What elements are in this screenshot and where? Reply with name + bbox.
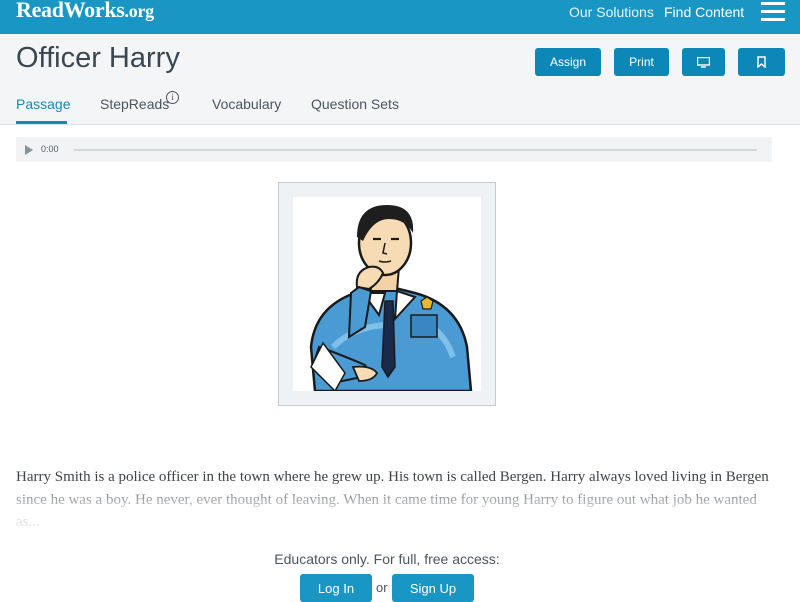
bookmark-icon bbox=[757, 56, 766, 68]
find-content-link[interactable]: Find Content bbox=[664, 4, 744, 20]
present-button[interactable] bbox=[682, 48, 725, 76]
readworks-logo[interactable]: ReadWorks.org bbox=[16, 0, 154, 23]
tab-passage[interactable]: Passage bbox=[16, 96, 70, 112]
hamburger-menu-icon[interactable] bbox=[761, 2, 785, 22]
bookmark-button[interactable] bbox=[738, 48, 785, 76]
tab-stepreads[interactable]: StepReads bbox=[100, 96, 169, 112]
page-title: Officer Harry bbox=[16, 42, 180, 74]
passage-image-frame bbox=[278, 182, 496, 406]
our-solutions-link[interactable]: Our Solutions bbox=[569, 4, 654, 20]
passage-image bbox=[293, 197, 481, 393]
info-icon[interactable]: i bbox=[166, 91, 179, 104]
tab-question-sets[interactable]: Question Sets bbox=[311, 96, 399, 112]
article-header: Officer Harry Assign Print Passage StepR… bbox=[0, 34, 800, 125]
print-button[interactable]: Print bbox=[614, 48, 669, 76]
audio-time: 0:00 bbox=[41, 144, 59, 154]
play-icon[interactable] bbox=[25, 145, 33, 155]
access-prompt: Educators only. For full, free access: bbox=[274, 551, 500, 567]
assign-button[interactable]: Assign bbox=[535, 48, 601, 76]
audio-progress-track[interactable] bbox=[74, 149, 757, 151]
tab-vocabulary[interactable]: Vocabulary bbox=[212, 96, 281, 112]
log-in-button[interactable]: Log In bbox=[300, 574, 372, 602]
passage-fade-overlay bbox=[0, 478, 800, 548]
police-officer-illustration bbox=[309, 205, 473, 393]
top-navigation-bar: ReadWorks.org Our Solutions Find Content bbox=[0, 0, 800, 34]
active-tab-indicator bbox=[16, 121, 67, 124]
monitor-icon bbox=[697, 56, 710, 68]
sign-up-button[interactable]: Sign Up bbox=[392, 574, 474, 602]
audio-player: 0:00 bbox=[16, 137, 772, 162]
